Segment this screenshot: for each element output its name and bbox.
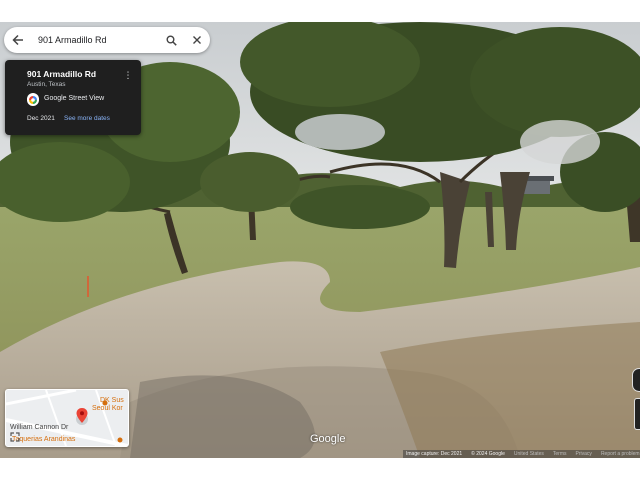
minimap[interactable]: DK Sus Seoul Kor William Cannon Dr Taque… (5, 389, 129, 447)
map-pin-icon (76, 408, 88, 425)
see-more-dates-link[interactable]: See more dates (64, 115, 110, 122)
back-arrow-icon[interactable] (4, 27, 32, 53)
street-view-provider: Google Street View (44, 95, 105, 102)
fullscreen-icon[interactable] (10, 432, 20, 442)
image-capture-text: Image capture: Dec 2021 (406, 451, 463, 457)
report-problem-link[interactable]: Report a problem (601, 451, 640, 457)
card-city: Austin, Texas (27, 81, 66, 88)
capture-date: Dec 2021 (27, 115, 55, 122)
compass-icon[interactable] (632, 368, 640, 392)
search-input[interactable]: 901 Armadillo Rd (32, 35, 158, 45)
search-icon[interactable] (158, 27, 184, 53)
country-text: United States (513, 451, 544, 457)
minimap-poi-label[interactable]: Seoul Kor (92, 405, 123, 412)
minimap-poi-label[interactable]: Taquerias Arandinas (12, 436, 75, 443)
privacy-link[interactable]: Privacy (576, 451, 592, 457)
card-address: 901 Armadillo Rd (27, 69, 97, 79)
zoom-icon[interactable] (634, 398, 640, 430)
attribution-bar: Image capture: Dec 2021 © 2024 Google Un… (403, 450, 640, 458)
search-box[interactable]: 901 Armadillo Rd (4, 27, 210, 53)
more-vert-icon[interactable]: ⋮ (121, 68, 135, 82)
google-watermark: Google (310, 433, 346, 445)
minimap-poi-label[interactable]: DK Sus (100, 397, 124, 404)
street-view-logo-icon (27, 93, 39, 106)
minimap-road-label: William Cannon Dr (10, 424, 69, 431)
street-view-info-card: 901 Armadillo Rd Austin, Texas ⋮ Google … (5, 60, 141, 135)
terms-link[interactable]: Terms (553, 451, 567, 457)
close-icon[interactable] (184, 27, 210, 53)
copyright-text: © 2024 Google (471, 451, 505, 457)
